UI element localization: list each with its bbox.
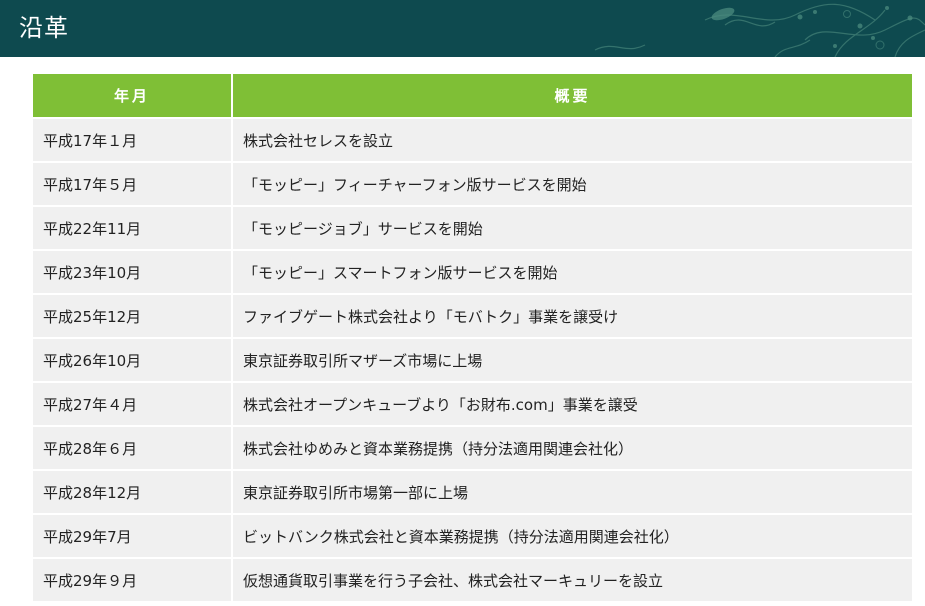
row-summary: 東京証券取引所市場第一部に上場 bbox=[232, 469, 912, 514]
row-summary: 東京証券取引所マザーズ市場に上場 bbox=[232, 337, 912, 382]
table-row: 平成29年９月 仮想通貨取引事業を行う子会社、株式会社マーキュリーを設立 bbox=[33, 557, 912, 601]
page-header: 沿革 bbox=[0, 0, 925, 57]
history-table: 年月 概要 平成17年１月 株式会社セレスを設立 平成17年５月 「モッピー」フ… bbox=[33, 74, 912, 601]
row-date: 平成26年10月 bbox=[33, 337, 233, 382]
row-summary: 仮想通貨取引事業を行う子会社、株式会社マーキュリーを設立 bbox=[232, 557, 912, 601]
column-header-date: 年月 bbox=[33, 74, 233, 118]
table-row: 平成17年１月 株式会社セレスを設立 bbox=[33, 117, 912, 162]
row-date: 平成28年６月 bbox=[33, 425, 233, 470]
table-row: 平成25年12月 ファイブゲート株式会社より「モバトク」事業を譲受け bbox=[33, 293, 912, 338]
row-date: 平成29年7月 bbox=[33, 513, 233, 558]
row-date: 平成17年５月 bbox=[33, 161, 233, 206]
row-summary: 「モッピー」スマートフォン版サービスを開始 bbox=[232, 249, 912, 294]
row-date: 平成23年10月 bbox=[33, 249, 233, 294]
table-row: 平成29年7月 ビットバンク株式会社と資本業務提携（持分法適用関連会社化） bbox=[33, 513, 912, 558]
table-row: 平成26年10月 東京証券取引所マザーズ市場に上場 bbox=[33, 337, 912, 382]
column-header-summary: 概要 bbox=[232, 74, 912, 118]
row-date: 平成22年11月 bbox=[33, 205, 233, 250]
table-row: 平成28年12月 東京証券取引所市場第一部に上場 bbox=[33, 469, 912, 514]
row-date: 平成29年９月 bbox=[33, 557, 233, 601]
row-summary: 「モッピー」フィーチャーフォン版サービスを開始 bbox=[232, 161, 912, 206]
row-summary: 株式会社オープンキューブより「お財布.com」事業を譲受 bbox=[232, 381, 912, 426]
table-header-row: 年月 概要 bbox=[33, 74, 912, 118]
table-row: 平成22年11月 「モッピージョブ」サービスを開始 bbox=[33, 205, 912, 250]
row-date: 平成17年１月 bbox=[33, 117, 233, 162]
row-date: 平成28年12月 bbox=[33, 469, 233, 514]
row-summary: 「モッピージョブ」サービスを開始 bbox=[232, 205, 912, 250]
row-summary: 株式会社ゆめみと資本業務提携（持分法適用関連会社化） bbox=[232, 425, 912, 470]
row-summary: ファイブゲート株式会社より「モバトク」事業を譲受け bbox=[232, 293, 912, 338]
row-date: 平成27年４月 bbox=[33, 381, 233, 426]
table-row: 平成28年６月 株式会社ゆめみと資本業務提携（持分法適用関連会社化） bbox=[33, 425, 912, 470]
floral-decoration-icon bbox=[594, 3, 925, 57]
page-title: 沿革 bbox=[19, 14, 69, 42]
table-row: 平成17年５月 「モッピー」フィーチャーフォン版サービスを開始 bbox=[33, 161, 912, 206]
row-summary: ビットバンク株式会社と資本業務提携（持分法適用関連会社化） bbox=[232, 513, 912, 558]
table-row: 平成27年４月 株式会社オープンキューブより「お財布.com」事業を譲受 bbox=[33, 381, 912, 426]
history-table-container: 年月 概要 平成17年１月 株式会社セレスを設立 平成17年５月 「モッピー」フ… bbox=[33, 74, 912, 601]
table-row: 平成23年10月 「モッピー」スマートフォン版サービスを開始 bbox=[33, 249, 912, 294]
row-summary: 株式会社セレスを設立 bbox=[232, 117, 912, 162]
row-date: 平成25年12月 bbox=[33, 293, 233, 338]
